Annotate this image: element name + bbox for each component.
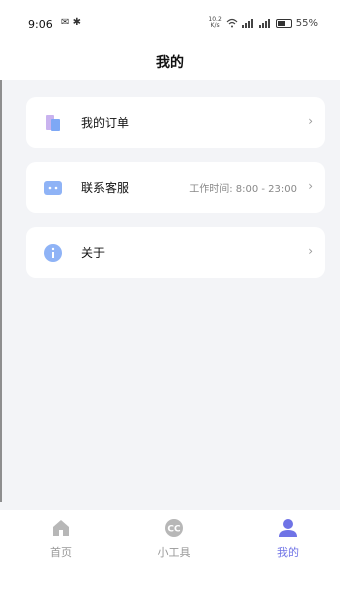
customer-service-icon <box>44 181 62 195</box>
network-speed-unit: K/s <box>210 22 220 29</box>
working-hours-text: 工作时间: 8:00 - 23:00 <box>189 184 297 195</box>
bluetooth-icon: ✱ <box>72 17 81 28</box>
menu-item-label: 我的订单 <box>81 116 130 130</box>
orders-icon <box>46 115 60 131</box>
tab-home[interactable]: 首页 <box>31 518 91 560</box>
tab-label: 小工具 <box>157 546 191 559</box>
signal-icon-2 <box>258 18 270 28</box>
svg-text:CC: CC <box>167 525 181 535</box>
info-icon <box>44 244 62 262</box>
cc-icon: CC <box>165 519 183 537</box>
chevron-right-icon: › <box>308 114 313 128</box>
network-speed: 10.2 K/s <box>208 17 221 29</box>
notification-icon: ✉ <box>61 17 70 28</box>
app-screen: 9:06 ✉ ✱ 10.2 K/s 55% 我的 我的订单 › 联系客服 工作时… <box>0 0 340 566</box>
page-title: 我的 <box>156 55 184 71</box>
tab-tools[interactable]: CC 小工具 <box>144 518 204 560</box>
menu-item-orders[interactable]: 我的订单 › <box>26 97 325 148</box>
status-time: 9:06 <box>28 18 53 31</box>
tab-label: 首页 <box>50 546 72 559</box>
signal-icon <box>241 18 253 28</box>
chevron-right-icon: › <box>308 244 313 258</box>
menu-item-about[interactable]: 关于 › <box>26 227 325 278</box>
menu-item-label: 联系客服 <box>81 181 130 195</box>
user-icon <box>279 519 297 537</box>
battery-percent: 55% <box>295 17 318 29</box>
battery-icon <box>275 18 292 28</box>
menu-item-customer-service[interactable]: 联系客服 工作时间: 8:00 - 23:00 › <box>26 162 325 213</box>
chevron-right-icon: › <box>308 179 313 193</box>
status-bar: 9:06 ✉ ✱ 10.2 K/s 55% <box>0 0 340 40</box>
side-edge <box>0 62 2 502</box>
tab-mine[interactable]: 我的 <box>258 518 318 560</box>
menu-item-label: 关于 <box>81 246 106 260</box>
bottom-tab-bar: 首页 CC 小工具 我的 <box>0 510 340 566</box>
status-left-icons: ✉ ✱ <box>61 17 81 28</box>
tab-label: 我的 <box>277 546 299 559</box>
home-icon <box>53 520 69 536</box>
wifi-icon <box>226 18 238 28</box>
page-header: 我的 <box>0 40 340 80</box>
status-right: 10.2 K/s 55% <box>208 17 318 29</box>
